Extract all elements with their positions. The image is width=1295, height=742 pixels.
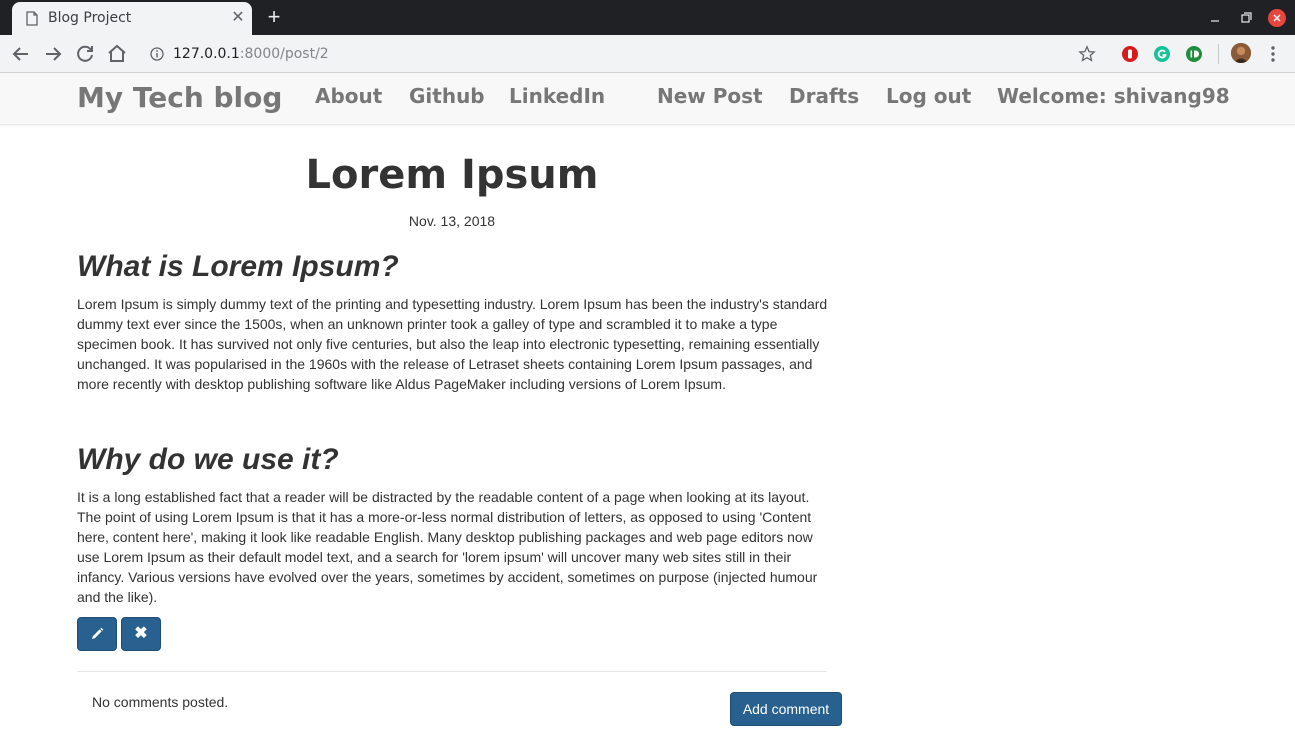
site-navbar: My Tech blog About Github LinkedIn New P… (0, 73, 1295, 125)
no-comments-text: No comments posted. (92, 694, 229, 710)
avatar-icon (1231, 43, 1251, 63)
profile-avatar[interactable] (1231, 43, 1251, 63)
nav-drafts[interactable]: Drafts (789, 84, 859, 108)
minimize-icon[interactable] (1206, 8, 1224, 26)
comments-divider (77, 671, 827, 672)
more-menu-icon[interactable] (1266, 44, 1280, 64)
post-title: Lorem Ipsum (305, 152, 599, 198)
url-path: :8000/post/2 (239, 46, 329, 62)
forward-arrow-icon[interactable] (41, 42, 65, 66)
delete-post-button[interactable]: ✖ (121, 617, 161, 651)
section-paragraph: Lorem Ipsum is simply dummy text of the … (77, 296, 828, 392)
close-icon (1273, 14, 1281, 22)
pencil-icon (92, 627, 104, 639)
nav-about[interactable]: About (315, 84, 382, 108)
tab-title: Blog Project (48, 10, 132, 26)
add-comment-button[interactable]: Add comment (730, 692, 842, 726)
maximize-icon[interactable] (1237, 9, 1255, 27)
nav-github[interactable]: Github (409, 84, 485, 108)
browser-titlebar: Blog Project ✕ + (0, 0, 1295, 35)
grammarly-extension-icon[interactable] (1154, 46, 1170, 62)
remove-icon: ✖ (134, 625, 148, 642)
tab-close-icon[interactable]: ✕ (228, 8, 248, 28)
browser-toolbar: 127.0.0.1:8000/post/2 (0, 35, 1295, 73)
brand-link[interactable]: My Tech blog (77, 81, 282, 114)
home-icon[interactable] (105, 42, 129, 66)
url-text[interactable]: 127.0.0.1:8000/post/2 (173, 46, 329, 62)
post-date: Nov. 13, 2018 (408, 213, 496, 229)
url-host: 127.0.0.1 (173, 46, 240, 62)
id-extension-icon[interactable] (1186, 46, 1202, 62)
edit-post-button[interactable] (77, 617, 117, 651)
window-close-button[interactable] (1268, 9, 1286, 27)
toolbar-separator (1218, 44, 1219, 64)
g-letter-icon (1157, 49, 1167, 59)
nav-welcome-user[interactable]: Welcome: shivang98 (997, 84, 1230, 108)
address-bar[interactable]: 127.0.0.1:8000/post/2 (140, 39, 1110, 69)
nav-new-post[interactable]: New Post (657, 84, 763, 108)
bookmark-star-icon[interactable] (1078, 45, 1096, 63)
adblock-extension-icon[interactable] (1122, 46, 1138, 62)
section-paragraph: It is a long established fact that a rea… (77, 489, 818, 605)
browser-tab[interactable]: Blog Project ✕ (12, 2, 252, 35)
page-icon (26, 11, 38, 26)
section-heading: What is Lorem Ipsum? (77, 250, 399, 283)
back-arrow-icon[interactable] (9, 42, 33, 66)
section-heading: Why do we use it? (77, 443, 339, 476)
hand-icon (1128, 49, 1132, 59)
nav-linkedin[interactable]: LinkedIn (509, 84, 605, 108)
nav-log-out[interactable]: Log out (886, 84, 971, 108)
reload-icon[interactable] (73, 42, 97, 66)
info-icon[interactable] (150, 47, 164, 61)
new-tab-button[interactable]: + (262, 6, 286, 30)
id-badge-icon (1190, 50, 1199, 58)
